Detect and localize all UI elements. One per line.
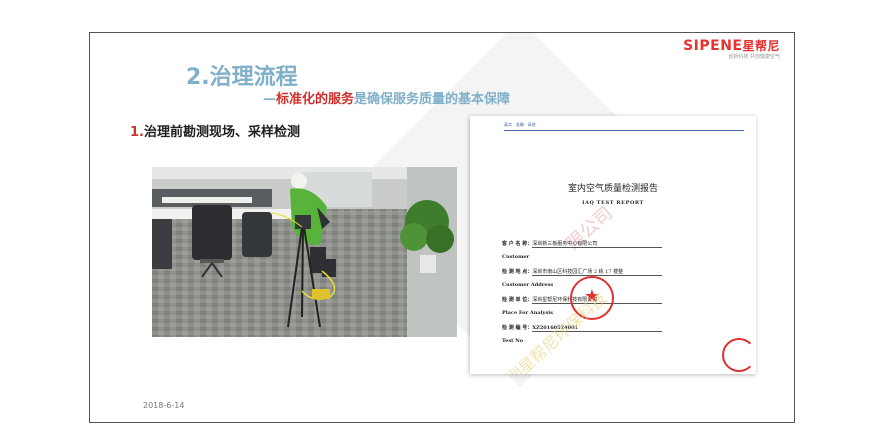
sampling-photo-illustration bbox=[152, 167, 457, 337]
test-report-document: 真实 · 准确 · 高效 限公司 室内空气质量检测报告 IAQ TEST REP… bbox=[470, 116, 756, 374]
report-field-value: 深圳市南山区科技园汇广场 2 栋 17 楼整 bbox=[532, 268, 663, 276]
slide-subtitle: —标准化的服务是确保服务质量的基本保障 bbox=[263, 88, 510, 107]
subtitle-rest: 是确保服务质量的基本保障 bbox=[354, 92, 511, 107]
report-field-number-en: Test No bbox=[502, 338, 524, 344]
brand-name-cn: 星帮尼 bbox=[742, 39, 780, 53]
report-field-label: 检 测 编 号： bbox=[502, 325, 533, 331]
section-text: 治理前勘测现场、采样检测 bbox=[143, 125, 300, 140]
subtitle-emphasis: 标准化的服务 bbox=[276, 92, 355, 107]
report-title: 室内空气质量检测报告 bbox=[567, 184, 658, 194]
slide: SIPENE星帮尼 创新科技 共创健康空气 2.治理流程 —标准化的服务是确保服… bbox=[89, 32, 795, 423]
subtitle-dash: — bbox=[263, 92, 276, 107]
brand-name: SIPENE bbox=[683, 38, 743, 54]
partial-seal-stamp bbox=[722, 338, 756, 372]
slide-title: 2.治理流程 bbox=[186, 65, 298, 90]
report-field-unit-en: Place For Analysis bbox=[502, 310, 553, 316]
report-field-address: 检 测 地 点：深圳市南山区科技园汇广场 2 栋 17 楼整 bbox=[502, 268, 663, 276]
slide-date: 2018-6-14 bbox=[143, 401, 185, 410]
report-subtitle: IAQ TEST REPORT bbox=[582, 200, 644, 206]
brand-tagline: 创新科技 共创健康空气 bbox=[728, 54, 780, 60]
section-number: 1. bbox=[130, 125, 144, 140]
report-field-customer: 客 户 名 称：深圳新三板服务中心有限公司 bbox=[502, 240, 663, 248]
report-field-address-en: Customer Address bbox=[502, 282, 554, 288]
sampling-photo bbox=[152, 167, 457, 337]
section-heading: 1.治理前勘测现场、采样检测 bbox=[130, 121, 300, 140]
brand-logo: SIPENE星帮尼 创新科技 共创健康空气 bbox=[683, 37, 780, 60]
report-field-label: 客 户 名 称： bbox=[502, 241, 533, 247]
report-header-line: 真实 · 准确 · 高效 bbox=[504, 122, 744, 131]
report-field-label: 检 测 地 点： bbox=[502, 269, 533, 275]
report-field-label: 检 测 单 位： bbox=[502, 297, 533, 303]
report-field-customer-en: Customer bbox=[502, 254, 530, 260]
report-field-value: 深圳新三板服务中心有限公司 bbox=[532, 240, 663, 248]
